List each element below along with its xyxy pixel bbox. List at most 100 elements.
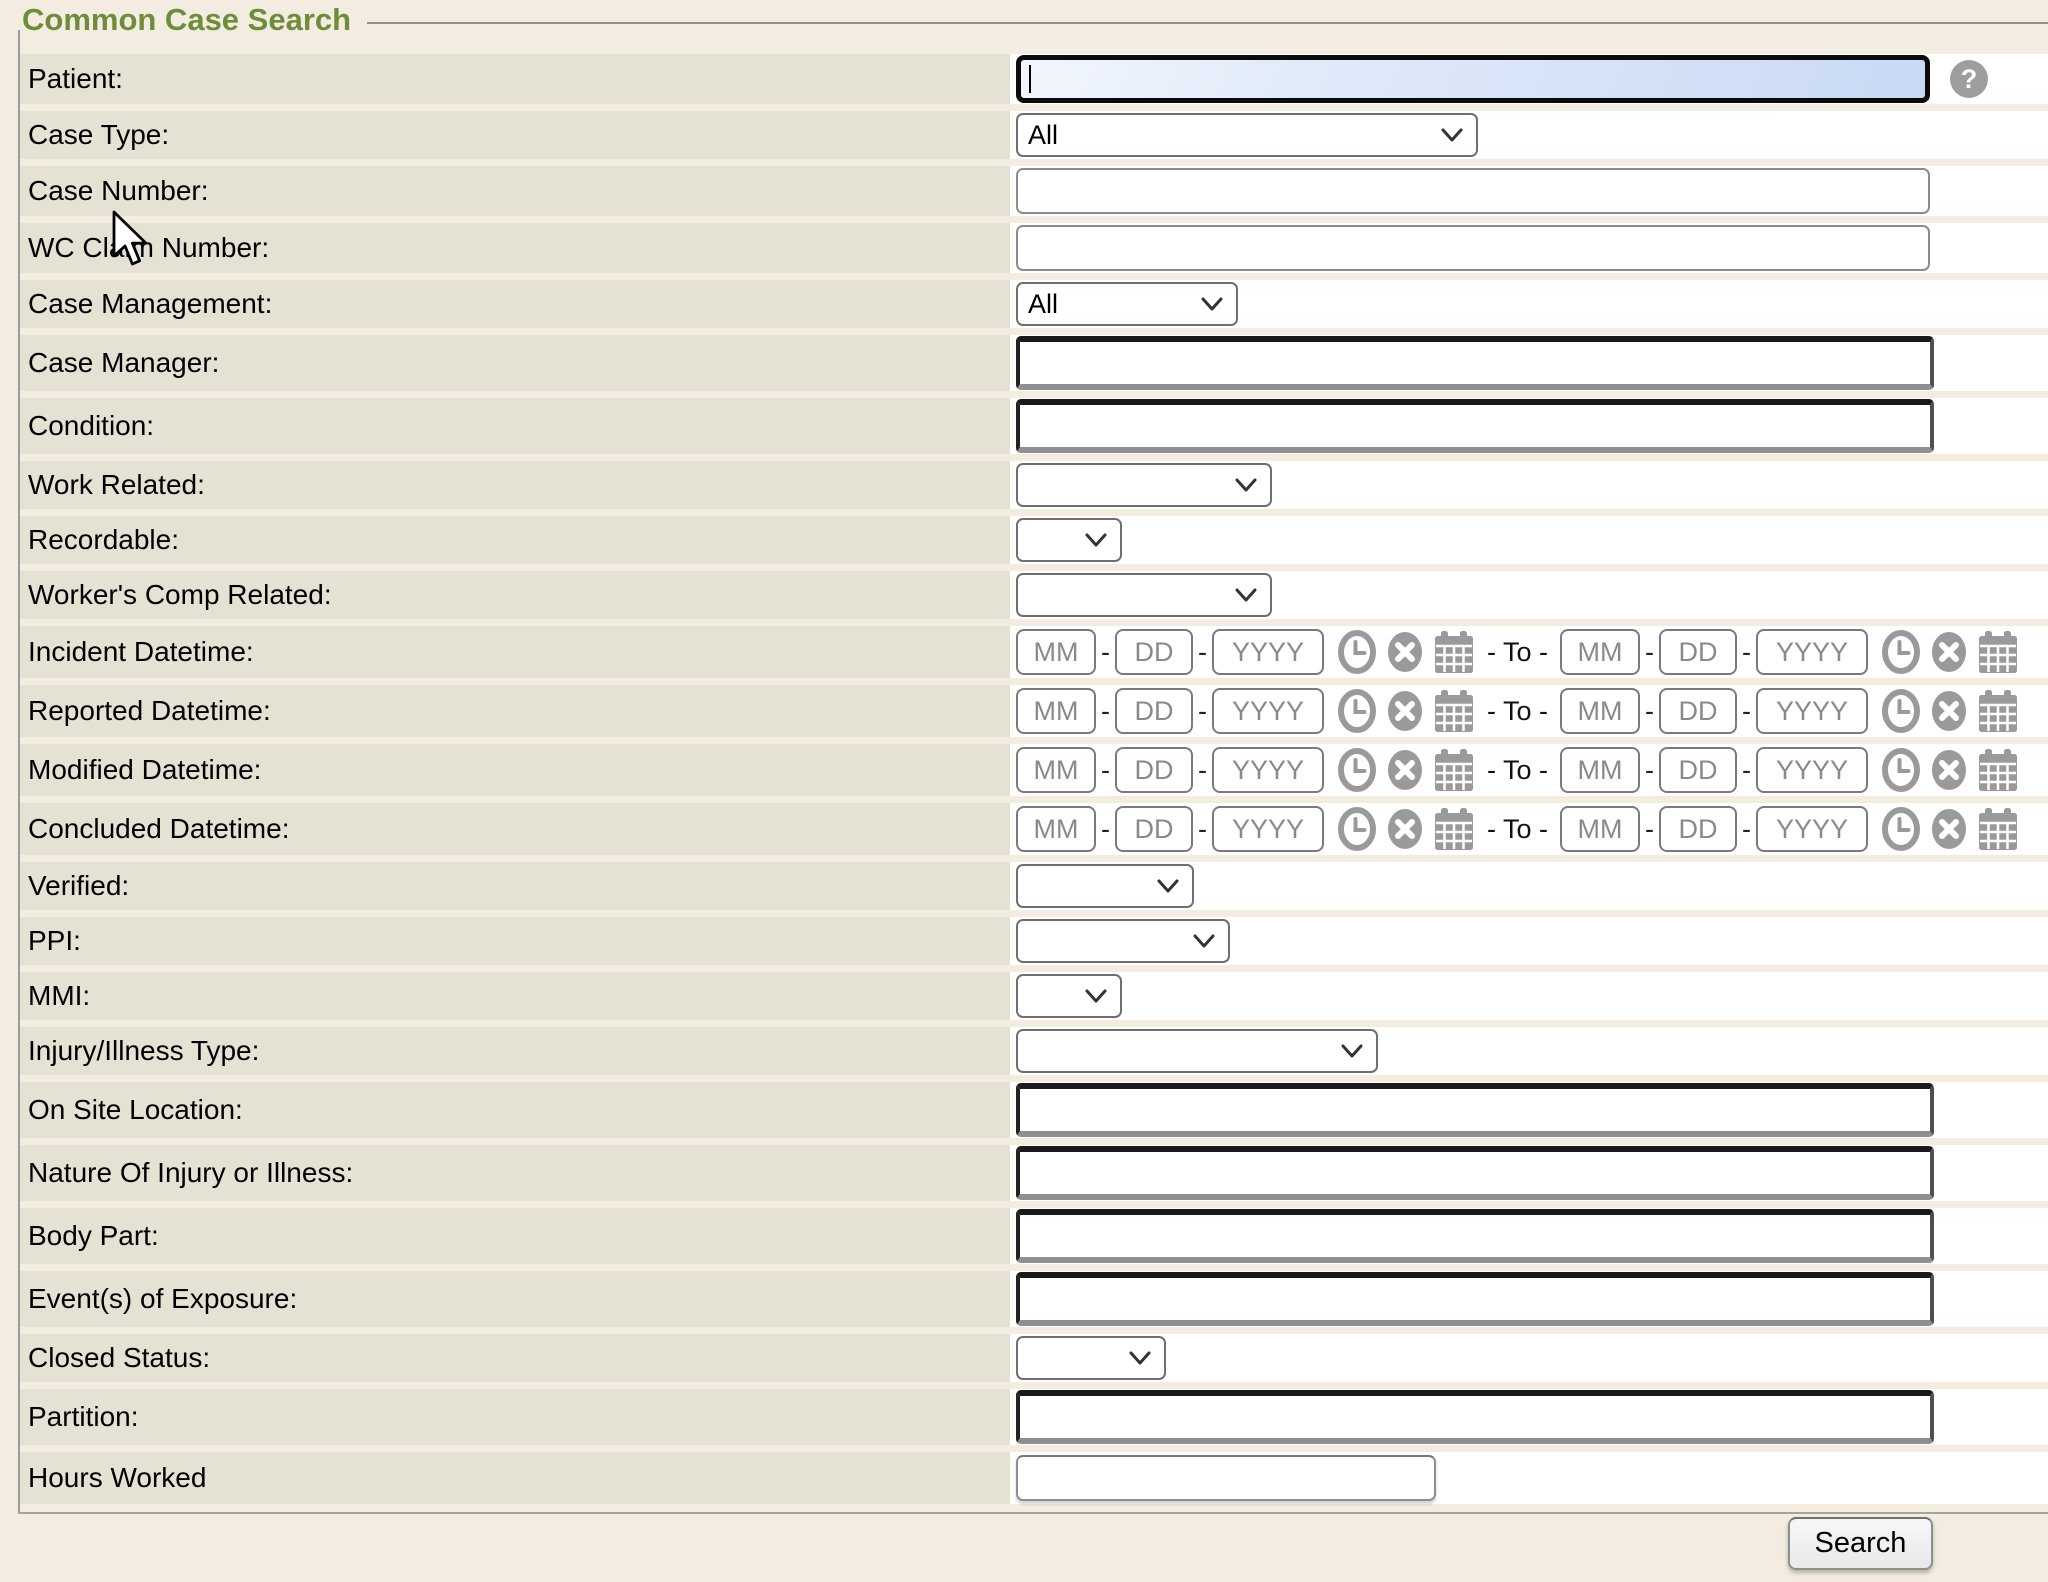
field-label-cell: Nature Of Injury or Illness:	[20, 1145, 1010, 1201]
field-value-cell: MM-DD-YYYY- To -MM-DD-YYYY	[1010, 685, 2048, 737]
field-label: WC Claim Number:	[28, 232, 269, 264]
modified-datetime-to-year-input[interactable]: YYYY	[1756, 747, 1868, 793]
field-value-cell: ?	[1010, 54, 2048, 104]
clear-icon[interactable]	[1930, 689, 1968, 733]
reported-datetime-from-year-input[interactable]: YYYY	[1212, 688, 1324, 734]
clock-icon[interactable]	[1881, 629, 1921, 675]
clock-icon[interactable]	[1337, 806, 1377, 852]
date-separator: -	[1742, 755, 1751, 786]
clear-icon[interactable]	[1386, 630, 1424, 674]
field-value-cell: MM-DD-YYYY- To -MM-DD-YYYY	[1010, 803, 2048, 855]
incident-datetime-from-month-input[interactable]: MM	[1016, 629, 1096, 675]
calendar-icon[interactable]	[1977, 747, 2019, 793]
date-separator: -	[1742, 696, 1751, 727]
clock-icon[interactable]	[1337, 629, 1377, 675]
clock-icon[interactable]	[1881, 806, 1921, 852]
modified-datetime-from-day-input[interactable]: DD	[1115, 747, 1193, 793]
chevron-down-icon	[1084, 989, 1108, 1004]
calendar-icon[interactable]	[1433, 688, 1475, 734]
range-to-label: - To -	[1487, 637, 1548, 668]
field-label: Reported Datetime:	[28, 695, 271, 727]
verified-select[interactable]	[1016, 864, 1194, 908]
field-value-cell	[1010, 1027, 2048, 1075]
calendar-icon[interactable]	[1977, 688, 2019, 734]
field-value-cell	[1010, 1389, 2048, 1445]
events-of-exposure-input[interactable]	[1016, 1272, 1934, 1326]
reported-datetime-from-month-input[interactable]: MM	[1016, 688, 1096, 734]
nature-of-injury-input[interactable]	[1016, 1146, 1934, 1200]
modified-datetime-from-year-input[interactable]: YYYY	[1212, 747, 1324, 793]
clear-icon[interactable]	[1386, 807, 1424, 851]
reported-datetime-to-day-input[interactable]: DD	[1659, 688, 1737, 734]
case-number-input[interactable]	[1016, 168, 1930, 214]
form-row-injury-illness-type: Injury/Illness Type:	[20, 1027, 2048, 1075]
on-site-location-input[interactable]	[1016, 1083, 1934, 1137]
calendar-icon[interactable]	[1977, 629, 2019, 675]
case-management-select[interactable]: All	[1016, 282, 1238, 326]
mmi-select[interactable]	[1016, 974, 1122, 1018]
modified-datetime-from-month-input[interactable]: MM	[1016, 747, 1096, 793]
clear-icon[interactable]	[1930, 807, 1968, 851]
concluded-datetime-from-year-input[interactable]: YYYY	[1212, 806, 1324, 852]
incident-datetime-to-day-input[interactable]: DD	[1659, 629, 1737, 675]
concluded-datetime-to-month-input[interactable]: MM	[1560, 806, 1640, 852]
incident-datetime-to-year-input[interactable]: YYYY	[1756, 629, 1868, 675]
field-value-cell: All	[1010, 111, 2048, 159]
field-label-cell: Event(s) of Exposure:	[20, 1271, 1010, 1327]
patient-input[interactable]	[1016, 55, 1930, 103]
field-value-cell	[1010, 398, 2048, 454]
clock-icon[interactable]	[1881, 688, 1921, 734]
case-type-select[interactable]: All	[1016, 113, 1478, 157]
ppi-select[interactable]	[1016, 919, 1230, 963]
clear-icon[interactable]	[1930, 748, 1968, 792]
condition-input[interactable]	[1016, 399, 1934, 453]
incident-datetime-from-year-input[interactable]: YYYY	[1212, 629, 1324, 675]
date-separator: -	[1198, 637, 1207, 668]
recordable-select[interactable]	[1016, 518, 1122, 562]
form-row-ppi: PPI:	[20, 917, 2048, 965]
incident-datetime-from-day-input[interactable]: DD	[1115, 629, 1193, 675]
calendar-icon[interactable]	[1433, 747, 1475, 793]
field-value-cell: MM-DD-YYYY- To -MM-DD-YYYY	[1010, 744, 2048, 796]
help-icon[interactable]: ?	[1950, 60, 1988, 98]
work-related-select[interactable]	[1016, 463, 1272, 507]
concluded-datetime-from-month-input[interactable]: MM	[1016, 806, 1096, 852]
date-separator: -	[1645, 637, 1654, 668]
wc-claim-number-input[interactable]	[1016, 225, 1930, 271]
clock-icon[interactable]	[1337, 688, 1377, 734]
reported-datetime-from-day-input[interactable]: DD	[1115, 688, 1193, 734]
field-value-cell: All	[1010, 280, 2048, 328]
clear-icon[interactable]	[1930, 630, 1968, 674]
clock-icon[interactable]	[1337, 747, 1377, 793]
field-label-cell: Partition:	[20, 1389, 1010, 1445]
closed-status-select[interactable]	[1016, 1336, 1166, 1380]
injury-illness-type-select[interactable]	[1016, 1029, 1378, 1073]
clear-icon[interactable]	[1386, 689, 1424, 733]
search-button[interactable]: Search	[1788, 1517, 1933, 1570]
clock-icon[interactable]	[1881, 747, 1921, 793]
workers-comp-related-select[interactable]	[1016, 573, 1272, 617]
case-manager-input[interactable]	[1016, 336, 1934, 390]
partition-input[interactable]	[1016, 1390, 1934, 1444]
form-row-hours-worked: Hours Worked	[20, 1452, 2048, 1504]
calendar-icon[interactable]	[1977, 806, 2019, 852]
field-label: Work Related:	[28, 469, 205, 501]
field-value-cell	[1010, 335, 2048, 391]
hours-worked-input[interactable]	[1016, 1455, 1436, 1501]
clear-icon[interactable]	[1386, 748, 1424, 792]
incident-datetime-to-month-input[interactable]: MM	[1560, 629, 1640, 675]
concluded-datetime-to-day-input[interactable]: DD	[1659, 806, 1737, 852]
field-value-cell	[1010, 862, 2048, 910]
concluded-datetime-from-day-input[interactable]: DD	[1115, 806, 1193, 852]
fieldset-top-border	[367, 22, 2048, 24]
form-row-recordable: Recordable:	[20, 516, 2048, 564]
body-part-input[interactable]	[1016, 1209, 1934, 1263]
calendar-icon[interactable]	[1433, 629, 1475, 675]
concluded-datetime-to-year-input[interactable]: YYYY	[1756, 806, 1868, 852]
reported-datetime-to-month-input[interactable]: MM	[1560, 688, 1640, 734]
modified-datetime-to-month-input[interactable]: MM	[1560, 747, 1640, 793]
field-label-cell: On Site Location:	[20, 1082, 1010, 1138]
calendar-icon[interactable]	[1433, 806, 1475, 852]
modified-datetime-to-day-input[interactable]: DD	[1659, 747, 1737, 793]
reported-datetime-to-year-input[interactable]: YYYY	[1756, 688, 1868, 734]
